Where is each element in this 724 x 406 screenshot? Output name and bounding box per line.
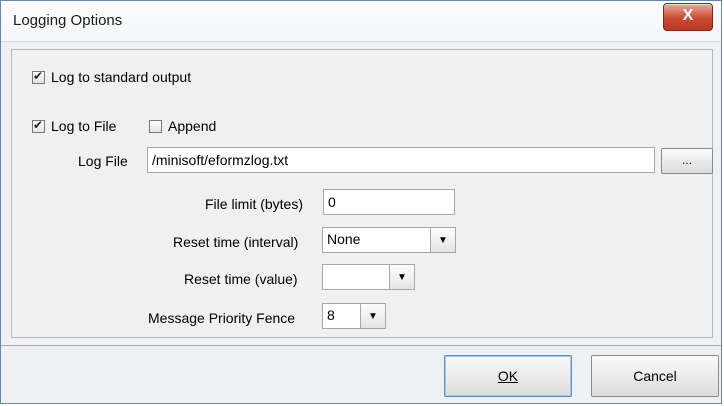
cancel-label: Cancel bbox=[633, 368, 677, 384]
close-button[interactable]: X bbox=[663, 3, 713, 31]
chevron-down-icon[interactable]: ▼ bbox=[430, 228, 455, 252]
log-file-input[interactable] bbox=[147, 147, 655, 173]
title-bar[interactable]: Logging Options X bbox=[1, 1, 721, 42]
checkmark-icon bbox=[32, 118, 45, 133]
log-file-label: Log File bbox=[78, 153, 128, 169]
priority-fence-select[interactable]: 8 ▼ bbox=[322, 303, 386, 329]
reset-interval-select[interactable]: None ▼ bbox=[322, 227, 456, 253]
logging-options-dialog: Logging Options X Log to standard output… bbox=[0, 0, 722, 404]
checkmark-icon bbox=[32, 69, 45, 84]
reset-value-label: Reset time (value) bbox=[184, 271, 298, 287]
checkbox-box bbox=[149, 119, 162, 133]
cancel-button[interactable]: Cancel bbox=[591, 355, 719, 397]
chevron-down-icon[interactable]: ▼ bbox=[389, 265, 414, 289]
log-to-file-label: Log to File bbox=[51, 118, 117, 134]
ok-button[interactable]: OK bbox=[444, 355, 572, 397]
reset-value-value bbox=[323, 265, 389, 289]
log-stdout-label: Log to standard output bbox=[51, 69, 192, 85]
reset-interval-label: Reset time (interval) bbox=[173, 234, 299, 250]
append-checkbox[interactable]: Append bbox=[149, 118, 216, 134]
footer-separator bbox=[1, 345, 721, 346]
close-icon: X bbox=[682, 7, 694, 24]
log-to-file-checkbox[interactable]: Log to File bbox=[32, 118, 116, 134]
ok-label: OK bbox=[497, 368, 519, 384]
file-limit-label: File limit (bytes) bbox=[205, 196, 304, 212]
chevron-down-icon[interactable]: ▼ bbox=[360, 304, 385, 328]
file-limit-input[interactable] bbox=[323, 189, 455, 215]
window-title: Logging Options bbox=[13, 12, 123, 29]
reset-value-select[interactable]: ▼ bbox=[322, 264, 415, 290]
append-label: Append bbox=[168, 118, 217, 134]
browse-label: ... bbox=[681, 153, 692, 167]
reset-interval-value: None bbox=[327, 231, 361, 247]
browse-button[interactable]: ... bbox=[661, 148, 713, 174]
log-stdout-checkbox[interactable]: Log to standard output bbox=[32, 69, 191, 85]
priority-fence-label: Message Priority Fence bbox=[148, 310, 296, 326]
priority-fence-value: 8 bbox=[327, 307, 335, 323]
